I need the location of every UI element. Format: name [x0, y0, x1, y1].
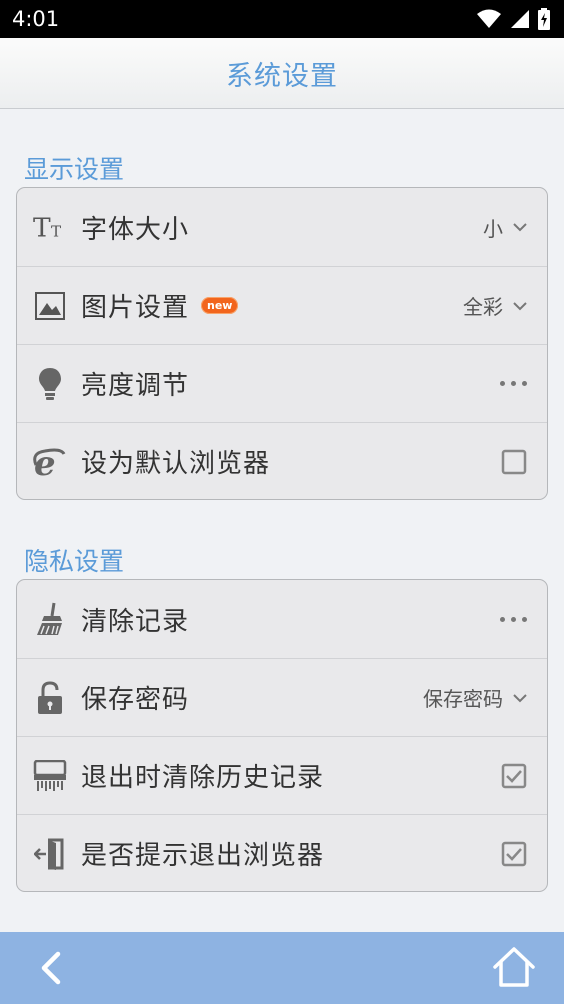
save-password-value: 保存密码: [423, 687, 503, 711]
display-settings-card: T T 字体大小 小 图片设置 new 全彩 亮度调节 e 设为默认浏览器: [16, 187, 548, 500]
clear-history-on-exit-row[interactable]: 退出时清除历史记录: [17, 736, 547, 814]
svg-text:T: T: [51, 222, 61, 240]
clear-records-more-button[interactable]: [500, 616, 527, 622]
font-size-row[interactable]: T T 字体大小 小: [17, 188, 547, 266]
save-password-row[interactable]: 保存密码 保存密码: [17, 658, 547, 736]
brightness-row[interactable]: 亮度调节: [17, 344, 547, 422]
battery-icon: [538, 8, 550, 30]
prompt-exit-checkbox[interactable]: [501, 841, 527, 867]
status-icons: [476, 8, 550, 30]
chevron-down-icon: [513, 693, 527, 702]
checkbox-checked-icon: [501, 763, 527, 788]
svg-text:T: T: [33, 212, 51, 242]
shredder-icon: [33, 759, 67, 793]
clear-history-on-exit-label: 退出时清除历史记录: [81, 763, 325, 793]
checkbox-unchecked-icon: [501, 449, 527, 474]
page-title: 系统设置: [226, 60, 338, 92]
save-password-label: 保存密码: [81, 685, 190, 715]
clear-history-on-exit-checkbox[interactable]: [501, 763, 527, 789]
image-settings-label: 图片设置: [81, 293, 190, 323]
font-size-icon: T T: [33, 210, 67, 244]
save-password-dropdown[interactable]: 保存密码: [423, 683, 527, 712]
back-icon: [41, 951, 61, 985]
broom-icon: [33, 602, 67, 636]
lightbulb-icon: [33, 367, 67, 401]
image-settings-row[interactable]: 图片设置 new 全彩: [17, 266, 547, 344]
brightness-label: 亮度调节: [81, 371, 190, 401]
prompt-exit-label: 是否提示退出浏览器: [81, 841, 325, 871]
image-icon: [33, 289, 67, 323]
chevron-down-icon: [513, 301, 527, 310]
default-browser-label: 设为默认浏览器: [81, 449, 271, 479]
lock-icon: [33, 680, 67, 715]
image-settings-value: 全彩: [463, 295, 503, 319]
bottom-navigation-bar: [0, 932, 564, 1004]
title-bar: 系统设置: [0, 38, 564, 109]
status-bar: 4:01: [0, 0, 564, 38]
font-size-label: 字体大小: [81, 214, 190, 245]
more-icon: [500, 616, 527, 622]
image-settings-dropdown[interactable]: 全彩: [463, 291, 527, 320]
chevron-down-icon: [513, 223, 527, 232]
home-icon: [493, 947, 535, 987]
default-browser-checkbox[interactable]: [501, 449, 527, 475]
brightness-more-button[interactable]: [500, 381, 527, 386]
prompt-exit-row[interactable]: 是否提示退出浏览器: [17, 814, 547, 891]
checkbox-checked-icon: [501, 841, 527, 866]
display-section-title: 显示设置: [24, 155, 125, 184]
new-badge: new: [201, 297, 239, 314]
font-size-value: 小: [483, 216, 503, 241]
clear-records-label: 清除记录: [81, 606, 190, 637]
status-time: 4:01: [12, 7, 60, 31]
wifi-icon: [477, 9, 501, 28]
more-icon: [500, 381, 527, 386]
signal-icon: [511, 10, 529, 28]
default-browser-row[interactable]: e 设为默认浏览器: [17, 422, 547, 499]
home-button[interactable]: [492, 946, 536, 988]
privacy-section-title: 隐私设置: [24, 547, 125, 576]
privacy-settings-card: 清除记录 保存密码 保存密码 退出时清除历史记录 是否提示退出浏览器: [16, 579, 548, 892]
exit-icon: [33, 837, 67, 871]
browser-icon: e: [33, 445, 67, 479]
font-size-dropdown[interactable]: 小: [483, 213, 527, 242]
clear-records-row[interactable]: 清除记录: [17, 580, 547, 658]
back-button[interactable]: [32, 948, 70, 988]
